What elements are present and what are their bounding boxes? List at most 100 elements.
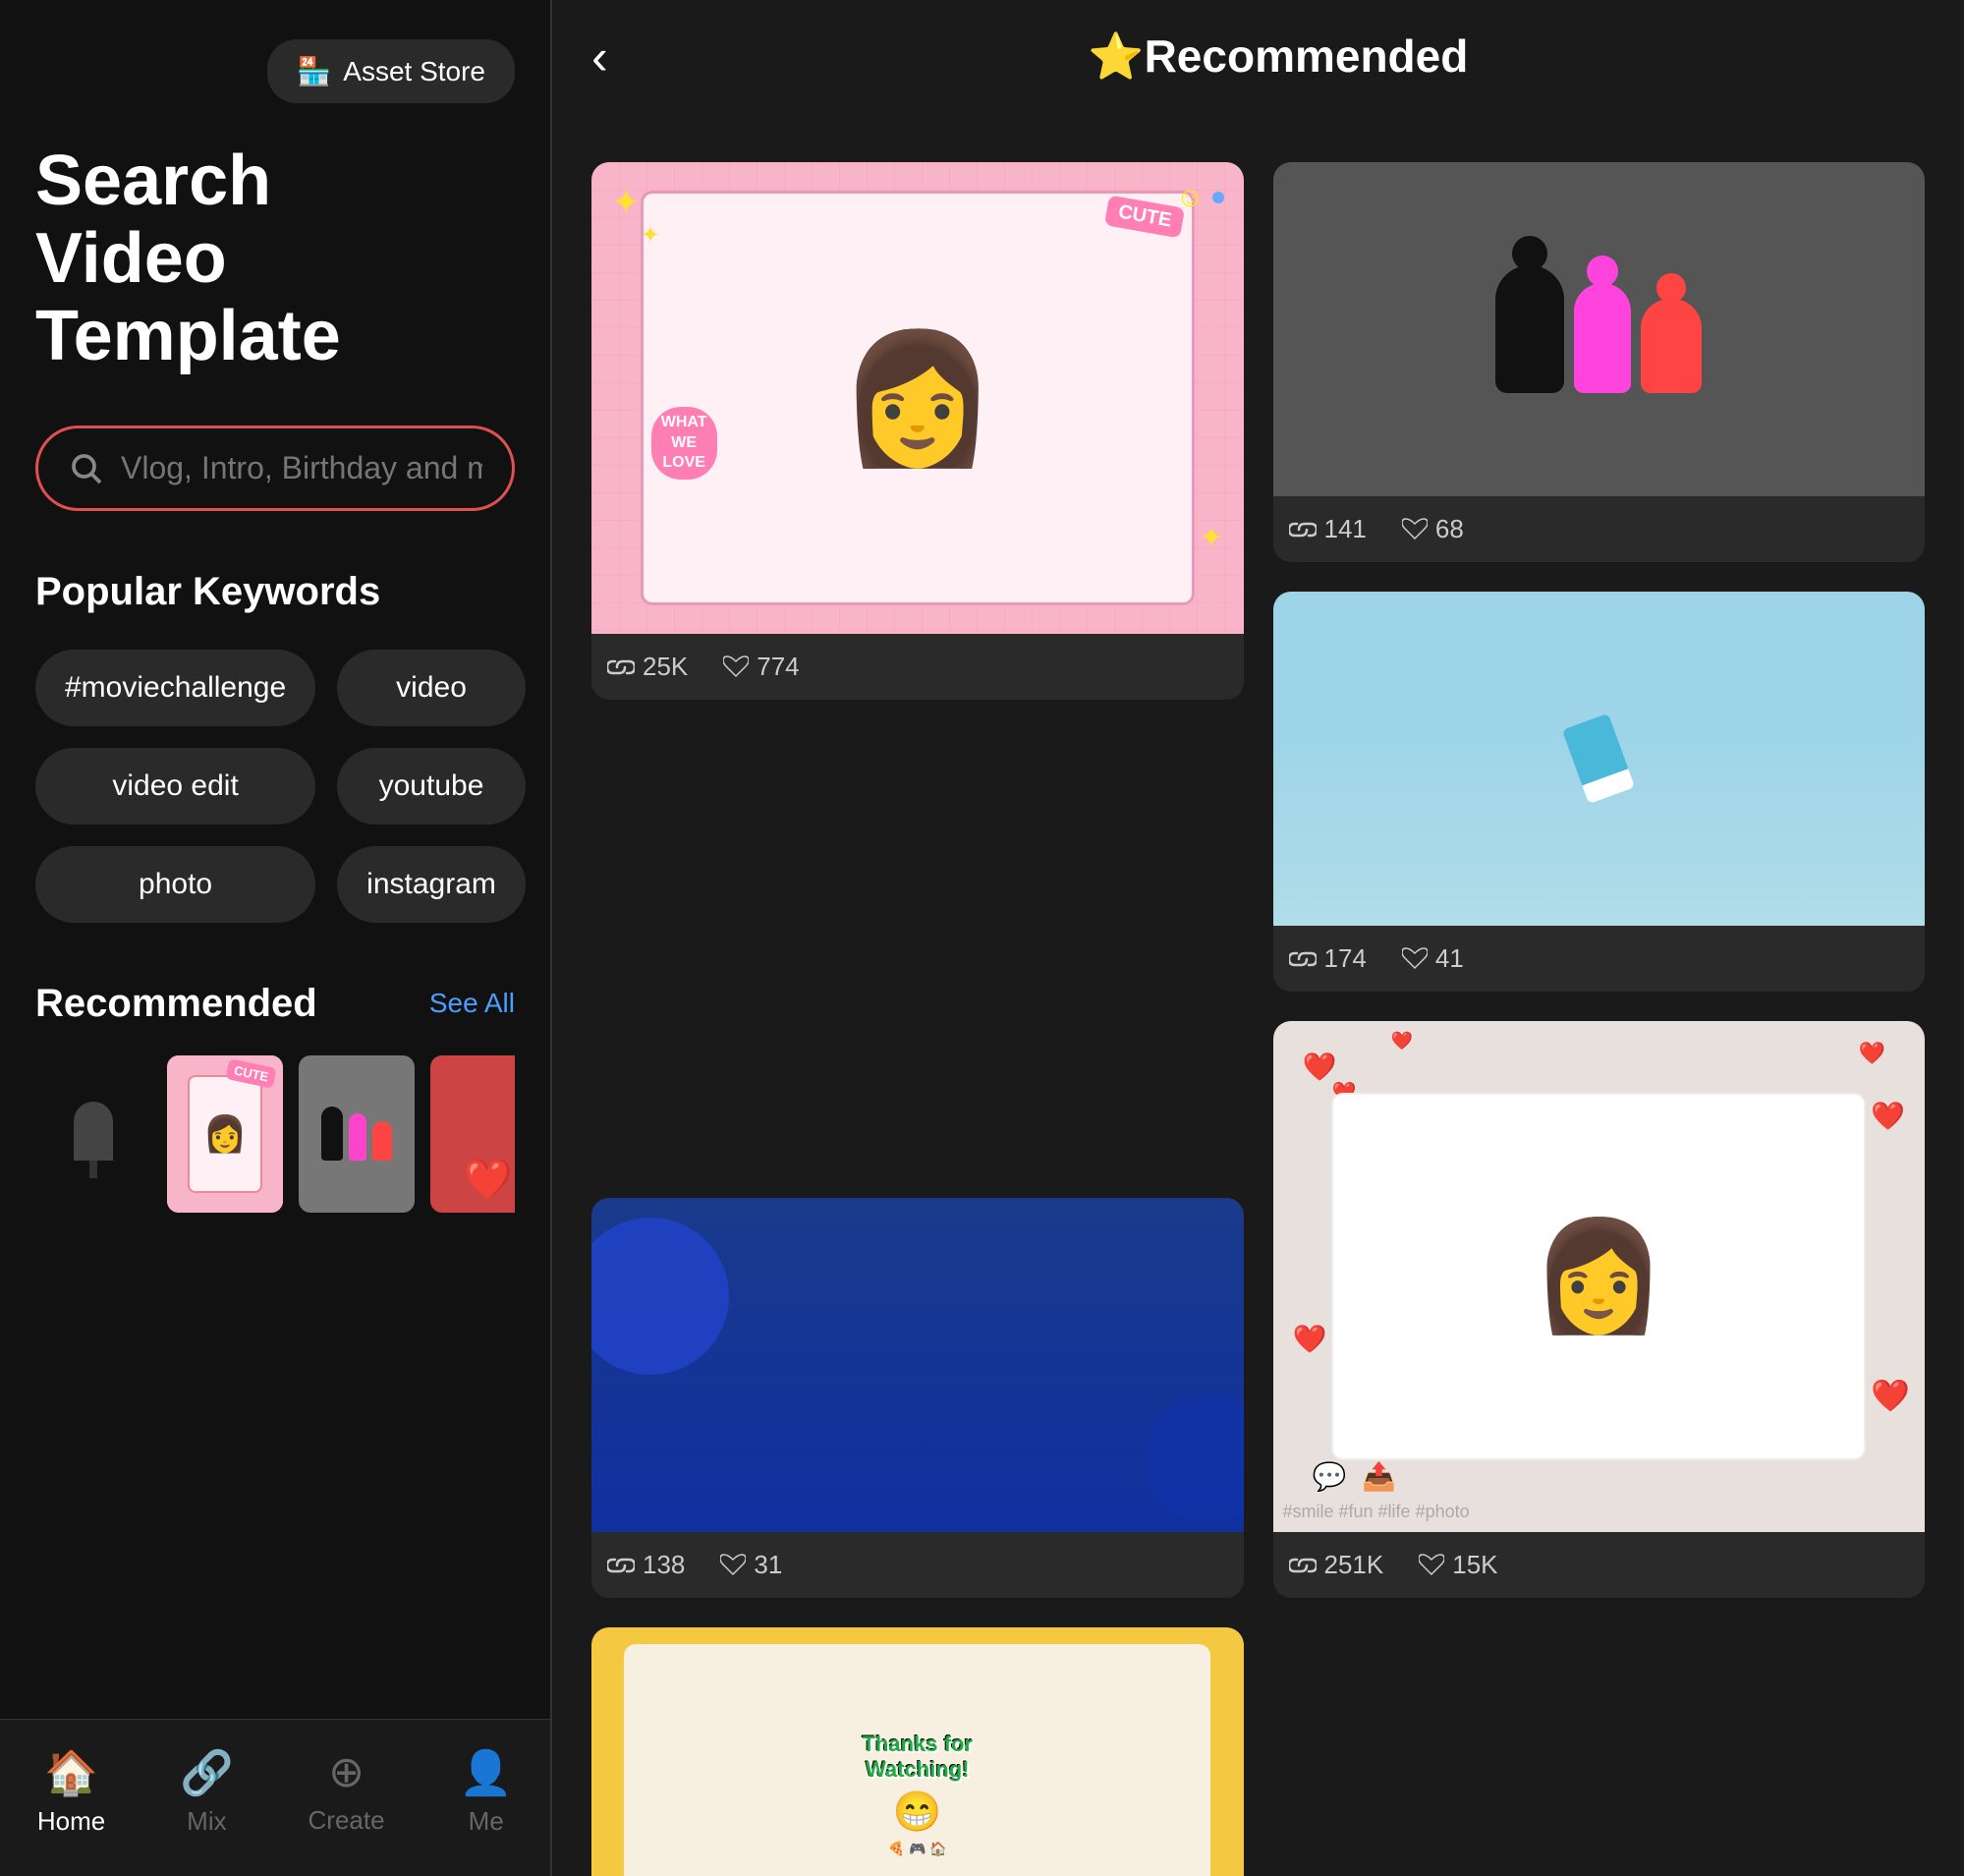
heart-icon (720, 1554, 746, 1577)
keyword-chip[interactable]: instagram (337, 846, 526, 923)
thumb-item[interactable] (299, 1055, 415, 1213)
card-image-silhouette (1273, 162, 1926, 496)
recommended-thumbnails: CUTE 👩 ❤️ (35, 1055, 515, 1213)
heart-icon (1419, 1554, 1444, 1577)
like-count: 774 (757, 652, 799, 682)
search-input[interactable] (121, 450, 482, 486)
me-icon: 👤 (459, 1747, 513, 1798)
nav-mix-label: Mix (187, 1806, 226, 1837)
link-count: 138 (643, 1550, 685, 1580)
like-count: 68 (1435, 514, 1464, 544)
card-stats: 251K 15K (1273, 1532, 1926, 1598)
recommended-title: Recommended (35, 982, 317, 1026)
like-count: 41 (1435, 943, 1464, 974)
card-hearts[interactable]: ❤️ ❤️ ❤️ ❤️ ❤️ ❤️ ❤️ 👩 #smile #fun #life… (1273, 1021, 1926, 1598)
keyword-chip[interactable]: video (337, 650, 526, 726)
right-header: ‹ ⭐Recommended (591, 29, 1925, 84)
nav-home[interactable]: 🏠 Home (37, 1747, 105, 1837)
keywords-grid: #moviechallenge video video edit youtube… (35, 650, 515, 923)
asset-store-label: Asset Store (343, 56, 485, 87)
card-image-cartoon: Thanks forWatching! 😁 🍕 🎮 🏠 (591, 1627, 1244, 1876)
keyword-chip[interactable]: #moviechallenge (35, 650, 315, 726)
card-stats: 25K 774 (591, 634, 1244, 700)
cartoon-title: Thanks forWatching! (863, 1732, 973, 1784)
chat-icon: 💬 (1313, 1460, 1347, 1493)
silhouette-figures (1495, 265, 1702, 393)
back-button[interactable]: ‹ (591, 32, 608, 82)
nav-home-label: Home (37, 1806, 105, 1837)
thumb-item[interactable]: ❤️ (430, 1055, 515, 1213)
thumb-item[interactable]: CUTE 👩 (167, 1055, 283, 1213)
link-stat: 138 (607, 1550, 685, 1580)
heart-icon (723, 655, 749, 679)
link-count: 174 (1324, 943, 1367, 974)
like-count: 15K (1452, 1550, 1497, 1580)
left-panel: 🏪 Asset Store SearchVideo Template Popul… (0, 0, 550, 1876)
card-image-pink-cute: 👩 CUTE WHATWELOVE ✦ ✦ ✦ ☺ (591, 162, 1244, 634)
keyword-chip[interactable]: photo (35, 846, 315, 923)
card-stats: 141 68 (1273, 496, 1926, 562)
like-stat: 41 (1402, 943, 1464, 974)
home-icon: 🏠 (44, 1747, 98, 1798)
like-count: 31 (754, 1550, 782, 1580)
link-icon (607, 1556, 635, 1575)
card-silhouette[interactable]: 141 68 (1273, 162, 1926, 562)
card-stats: 138 31 (591, 1532, 1244, 1598)
nav-me[interactable]: 👤 Me (459, 1747, 513, 1837)
link-stat: 251K (1289, 1550, 1384, 1580)
share-icon: 📤 (1362, 1460, 1396, 1493)
card-blue-object[interactable]: 174 41 (1273, 592, 1926, 992)
tags-overlay: #smile #fun #life #photo (1283, 1502, 1470, 1522)
nav-create[interactable]: ⊕ Create (309, 1747, 385, 1837)
content-grid: 👩 CUTE WHATWELOVE ✦ ✦ ✦ ☺ (591, 162, 1925, 1876)
card-image-blue-object (1273, 592, 1926, 926)
mix-icon: 🔗 (180, 1747, 234, 1798)
card-image-hearts: ❤️ ❤️ ❤️ ❤️ ❤️ ❤️ ❤️ 👩 #smile #fun #life… (1273, 1021, 1926, 1532)
keyword-chip[interactable]: youtube (337, 748, 526, 824)
popular-keywords-title: Popular Keywords (35, 570, 515, 614)
link-stat: 141 (1289, 514, 1367, 544)
link-count: 251K (1324, 1550, 1384, 1580)
like-stat: 31 (720, 1550, 782, 1580)
link-count: 25K (643, 652, 688, 682)
card-deep-blue[interactable]: 138 31 (591, 1198, 1244, 1598)
like-stat: 774 (723, 652, 799, 682)
card-cartoon[interactable]: Thanks forWatching! 😁 🍕 🎮 🏠 159 (591, 1627, 1244, 1876)
heart-icon (1402, 518, 1428, 541)
link-icon (607, 657, 635, 677)
what-we-love-badge: WHATWELOVE (651, 407, 717, 480)
link-stat: 174 (1289, 943, 1367, 974)
cute-badge: CUTE (1104, 195, 1186, 238)
keyword-chip[interactable]: video edit (35, 748, 315, 824)
like-stat: 68 (1402, 514, 1464, 544)
nav-create-label: Create (309, 1805, 385, 1836)
create-icon: ⊕ (328, 1747, 365, 1797)
card-image-deep-blue (591, 1198, 1244, 1532)
link-icon (1289, 1556, 1317, 1575)
card-pink-cute[interactable]: 👩 CUTE WHATWELOVE ✦ ✦ ✦ ☺ (591, 162, 1244, 992)
like-stat: 15K (1419, 1550, 1497, 1580)
thumb-item[interactable] (35, 1055, 151, 1213)
link-stat: 25K (607, 652, 688, 682)
asset-store-button[interactable]: 🏪 Asset Store (267, 39, 515, 103)
cartoon-box: Thanks forWatching! 😁 🍕 🎮 🏠 (624, 1644, 1210, 1876)
search-bar[interactable] (35, 426, 515, 511)
right-panel-title: ⭐Recommended (632, 29, 1925, 84)
pink-card-frame: 👩 CUTE WHATWELOVE (641, 191, 1195, 605)
see-all-link[interactable]: See All (429, 988, 515, 1019)
link-icon (1289, 949, 1317, 969)
heart-icon (1402, 947, 1428, 971)
page-title: SearchVideo Template (35, 142, 515, 376)
tunnel-visual (54, 1080, 133, 1188)
recommended-section-header: Recommended See All (35, 982, 515, 1026)
asset-store-icon: 🏪 (297, 55, 331, 87)
card-stats: 174 41 (1273, 926, 1926, 992)
nav-me-label: Me (469, 1806, 504, 1837)
blue-eraser-visual (1562, 713, 1635, 804)
nav-mix[interactable]: 🔗 Mix (180, 1747, 234, 1837)
bottom-nav: 🏠 Home 🔗 Mix ⊕ Create 👤 Me (0, 1719, 550, 1876)
search-icon (68, 450, 103, 485)
right-panel: ‹ ⭐Recommended New ⭐Recommended Vlog G..… (552, 0, 1964, 1876)
link-icon (1289, 520, 1317, 540)
link-count: 141 (1324, 514, 1367, 544)
